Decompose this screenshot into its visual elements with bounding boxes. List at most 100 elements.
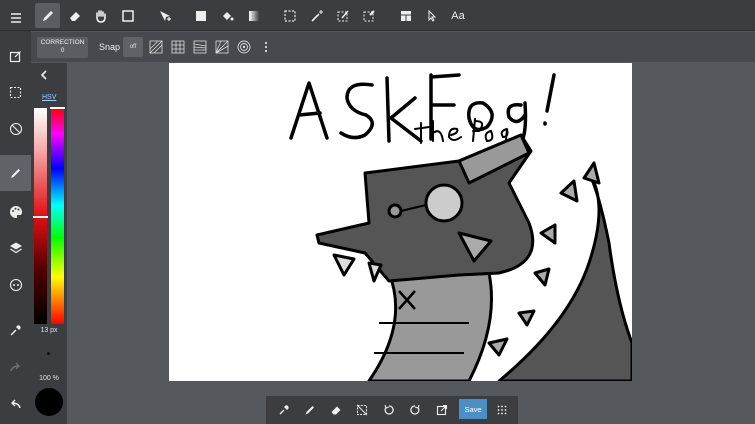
layers-button[interactable] bbox=[3, 235, 28, 260]
pencil-icon bbox=[11, 168, 20, 178]
brush-panel-button[interactable] bbox=[0, 155, 31, 191]
quick-eraser-button[interactable] bbox=[326, 400, 346, 420]
filled-square-icon bbox=[195, 10, 206, 21]
eraser-icon bbox=[331, 406, 341, 415]
handwritten-title bbox=[289, 73, 556, 145]
rotate-canvas-icon bbox=[9, 122, 22, 135]
snap-more-button[interactable] bbox=[256, 37, 276, 57]
paint-bucket-icon bbox=[222, 11, 233, 20]
square-outline-icon bbox=[121, 9, 134, 22]
eyedropper-button[interactable] bbox=[3, 318, 28, 343]
open-external-icon bbox=[436, 404, 448, 416]
creature-drawing bbox=[315, 133, 632, 381]
pointer-icon bbox=[428, 9, 436, 22]
shape-tool-button[interactable] bbox=[115, 3, 140, 28]
snap-off-icon: off bbox=[129, 44, 137, 50]
snap-off-button[interactable]: off bbox=[123, 37, 143, 57]
hand-icon bbox=[95, 9, 106, 23]
redo-button[interactable] bbox=[3, 355, 28, 380]
color-panel-button[interactable] bbox=[3, 199, 28, 224]
menu-button[interactable] bbox=[3, 5, 28, 30]
frame-divider-button[interactable] bbox=[393, 3, 418, 28]
undo-icon bbox=[11, 399, 21, 409]
export-button[interactable] bbox=[432, 400, 452, 420]
new-layer-edit-button[interactable] bbox=[3, 44, 28, 69]
materials-button[interactable] bbox=[3, 272, 28, 297]
hue-slider-handle[interactable] bbox=[50, 107, 65, 109]
eyedropper-icon bbox=[10, 325, 21, 336]
select-pen-icon bbox=[337, 10, 349, 21]
deselect-icon bbox=[356, 404, 368, 416]
top-toolbar: Aa bbox=[0, 0, 755, 31]
dashed-select-icon bbox=[283, 9, 296, 22]
bucket-tool-button[interactable] bbox=[214, 3, 239, 28]
correction-label: CORRECTION bbox=[40, 39, 85, 46]
save-button[interactable]: Save bbox=[459, 399, 487, 419]
current-color-swatch[interactable] bbox=[35, 388, 63, 416]
magic-wand-button[interactable] bbox=[304, 3, 329, 28]
selection-button[interactable] bbox=[3, 80, 28, 105]
gradient-icon bbox=[248, 10, 259, 21]
correction-value: 0 bbox=[60, 47, 65, 54]
value-slider-handle[interactable] bbox=[33, 216, 48, 218]
grid-icon bbox=[171, 40, 185, 54]
material-circle-icon bbox=[9, 278, 22, 291]
perspective-icon bbox=[193, 40, 207, 54]
snap-perspective-button[interactable] bbox=[190, 37, 210, 57]
hand-tool-button[interactable] bbox=[88, 3, 113, 28]
hue-slider[interactable] bbox=[51, 108, 64, 324]
text-tool-button[interactable]: Aa bbox=[445, 3, 471, 28]
snap-label: Snap bbox=[99, 42, 121, 52]
snap-grid-button[interactable] bbox=[168, 37, 188, 57]
move-tool-button[interactable] bbox=[152, 3, 177, 28]
eyedropper-icon bbox=[279, 405, 289, 415]
deselect-button[interactable] bbox=[352, 400, 372, 420]
more-vertical-icon bbox=[264, 41, 268, 53]
opacity-label: 100 % bbox=[39, 375, 59, 382]
brush-size-label: 13 px bbox=[40, 327, 58, 334]
layers-icon bbox=[9, 242, 22, 253]
artwork bbox=[289, 73, 632, 381]
undo-button[interactable] bbox=[3, 392, 28, 417]
concentric-circles-icon bbox=[237, 40, 251, 54]
grid-menu-button[interactable] bbox=[492, 400, 512, 420]
operation-tool-button[interactable] bbox=[419, 3, 444, 28]
select-eraser-icon bbox=[363, 9, 375, 21]
select-eraser-button[interactable] bbox=[356, 3, 381, 28]
brush-size-preview bbox=[47, 352, 50, 355]
redo-icon bbox=[10, 362, 20, 372]
rotate-left-icon bbox=[384, 404, 394, 415]
fill-rect-tool-button[interactable] bbox=[188, 3, 213, 28]
eraser-tool-button[interactable] bbox=[62, 3, 87, 28]
parallel-lines-icon bbox=[149, 40, 163, 54]
hamburger-icon bbox=[10, 12, 21, 23]
color-mode-link[interactable]: HSV bbox=[42, 94, 56, 101]
pen-tool-button[interactable] bbox=[35, 3, 60, 28]
dots-grid-icon bbox=[497, 405, 507, 415]
chevron-left-icon bbox=[40, 70, 47, 80]
pencil-icon bbox=[305, 406, 314, 415]
palette-icon bbox=[9, 205, 22, 218]
edit-square-icon bbox=[9, 51, 21, 63]
dashed-select-icon bbox=[9, 86, 22, 99]
quick-eyedropper-button[interactable] bbox=[274, 400, 294, 420]
magic-wand-icon bbox=[310, 9, 323, 22]
frame-divider-icon bbox=[400, 10, 411, 21]
snap-parallel-button[interactable] bbox=[146, 37, 166, 57]
rotate-right-button[interactable] bbox=[405, 400, 425, 420]
rotate-canvas-button[interactable] bbox=[3, 116, 28, 141]
rotate-left-button[interactable] bbox=[379, 400, 399, 420]
collapse-panel-button[interactable] bbox=[36, 67, 52, 83]
drawing-canvas[interactable] bbox=[169, 63, 632, 381]
move-cursor-icon bbox=[159, 10, 171, 21]
select-rect-button[interactable] bbox=[277, 3, 302, 28]
rotate-right-icon bbox=[410, 404, 420, 415]
pencil-icon bbox=[42, 10, 53, 21]
correction-button[interactable]: CORRECTION 0 bbox=[37, 37, 88, 58]
snap-concentric-button[interactable] bbox=[234, 37, 254, 57]
quick-pen-button[interactable] bbox=[300, 400, 320, 420]
select-pen-button[interactable] bbox=[330, 3, 355, 28]
gradient-tool-button[interactable] bbox=[241, 3, 266, 28]
snap-radial-button[interactable] bbox=[212, 37, 232, 57]
radial-lines-icon bbox=[215, 40, 229, 54]
